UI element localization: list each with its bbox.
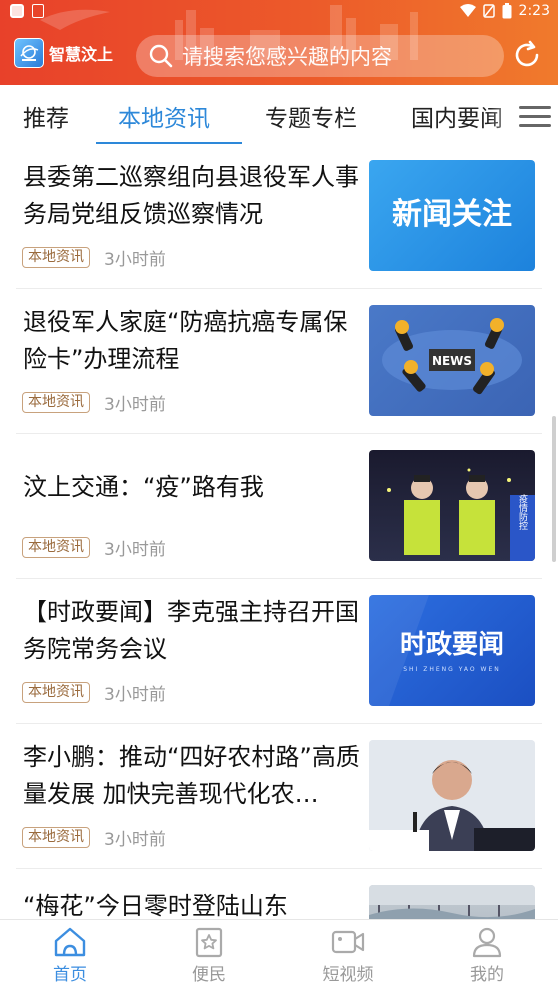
wifi-icon xyxy=(459,4,476,17)
sim-icon xyxy=(32,4,44,18)
category-tag: 本地资讯 xyxy=(22,682,90,703)
nav-label: 首页 xyxy=(53,965,87,985)
tab-fade xyxy=(490,85,520,143)
search-icon xyxy=(149,44,173,68)
star-bookmark-icon xyxy=(195,927,223,958)
thumb-text: 时政要闻 xyxy=(400,629,504,660)
tab-local-news[interactable]: 本地资讯 xyxy=(118,99,210,133)
app-screen: 2:23 智慧汶上 请搜索您感兴趣的内容 推荐 本地资讯 专题专栏 国内要闻 县… xyxy=(0,0,558,992)
no-signal-icon xyxy=(482,4,495,18)
news-thumbnail: 时政要闻 SHI ZHENG YAO WEN xyxy=(369,595,535,706)
news-item[interactable]: 李小鹏：推动“四好农村路”高质量发展 加快完善现代化农… 本地资讯 3小时前 xyxy=(16,725,542,869)
category-tag: 本地资讯 xyxy=(22,537,90,558)
news-title: 李小鹏：推动“四好农村路”高质量发展 加快完善现代化农… xyxy=(23,743,360,808)
news-item[interactable]: 汶上交通：“疫”路有我 本地资讯 3小时前 疫情防控 xyxy=(16,435,542,579)
news-title: 【时政要闻】李克强主持召开国务院常务会议 xyxy=(23,598,359,663)
search-bar[interactable]: 请搜索您感兴趣的内容 xyxy=(136,35,504,77)
home-icon xyxy=(54,927,86,957)
status-bar: 2:23 xyxy=(0,0,558,24)
category-tag: 本地资讯 xyxy=(22,392,90,413)
news-time: 3小时前 xyxy=(104,250,166,270)
news-thumbnail: NEWS xyxy=(369,305,535,416)
nav-label: 我的 xyxy=(470,965,504,985)
news-item[interactable]: “梅花”今日零时登陆山东 xyxy=(16,870,542,919)
news-title: 县委第二巡察组向县退役军人事务局党组反馈巡察情况 xyxy=(23,163,359,228)
app-logo: 智慧汶上 xyxy=(14,38,113,68)
logo-icon xyxy=(14,38,44,68)
news-item[interactable]: 退役军人家庭“防癌抗癌专属保险卡”办理流程 本地资讯 3小时前 NEWS xyxy=(16,290,542,434)
category-tag: 本地资讯 xyxy=(22,247,90,268)
thumb-text: 新闻关注 xyxy=(392,197,512,232)
news-thumbnail xyxy=(369,885,535,919)
news-time: 3小时前 xyxy=(104,685,166,705)
tab-recommend[interactable]: 推荐 xyxy=(23,99,69,133)
news-thumbnail: 疫情防控 xyxy=(369,450,535,561)
status-time: 2:23 xyxy=(518,3,550,19)
thumb-subtext: SHI ZHENG YAO WEN xyxy=(403,666,501,673)
search-placeholder: 请搜索您感兴趣的内容 xyxy=(182,45,392,69)
scrollbar[interactable] xyxy=(552,416,556,562)
nav-short-video[interactable]: 短视频 xyxy=(303,926,393,985)
nav-label: 便民 xyxy=(192,965,226,985)
bottom-navigation: 首页 便民 短视频 我的 xyxy=(0,919,558,992)
news-feed: 县委第二巡察组向县退役军人事务局党组反馈巡察情况 本地资讯 3小时前 新闻关注 … xyxy=(0,145,558,919)
tab-menu-icon[interactable] xyxy=(519,103,551,127)
category-tag: 本地资讯 xyxy=(22,827,90,848)
news-title: “梅花”今日零时登陆山东 xyxy=(23,892,288,919)
news-thumbnail xyxy=(369,740,535,851)
thumb-text: 疫情防控 xyxy=(517,493,528,531)
nav-convenience[interactable]: 便民 xyxy=(164,926,254,985)
category-tabs: 推荐 本地资讯 专题专栏 国内要闻 xyxy=(0,85,558,145)
news-item[interactable]: 【时政要闻】李克强主持召开国务院常务会议 本地资讯 3小时前 时政要闻 SHI … xyxy=(16,580,542,724)
nav-home[interactable]: 首页 xyxy=(25,926,115,985)
app-name: 智慧汶上 xyxy=(49,45,114,64)
refresh-icon[interactable] xyxy=(512,40,542,70)
news-title: 汶上交通：“疫”路有我 xyxy=(23,473,264,501)
news-thumbnail: 新闻关注 xyxy=(369,160,535,271)
nav-label: 短视频 xyxy=(322,965,374,985)
thumb-text: NEWS xyxy=(432,354,472,368)
active-tab-indicator xyxy=(96,142,242,144)
tab-special-column[interactable]: 专题专栏 xyxy=(265,99,357,133)
nav-profile[interactable]: 我的 xyxy=(442,926,532,985)
video-icon xyxy=(331,930,365,954)
header: 2:23 智慧汶上 请搜索您感兴趣的内容 xyxy=(0,0,558,85)
notification-icon xyxy=(10,4,24,18)
news-time: 3小时前 xyxy=(104,540,166,560)
news-item[interactable]: 县委第二巡察组向县退役军人事务局党组反馈巡察情况 本地资讯 3小时前 新闻关注 xyxy=(16,145,542,289)
news-time: 3小时前 xyxy=(104,395,166,415)
battery-icon xyxy=(502,3,512,19)
user-icon xyxy=(472,927,502,958)
news-time: 3小时前 xyxy=(104,830,166,850)
news-title: 退役军人家庭“防癌抗癌专属保险卡”办理流程 xyxy=(23,308,348,373)
